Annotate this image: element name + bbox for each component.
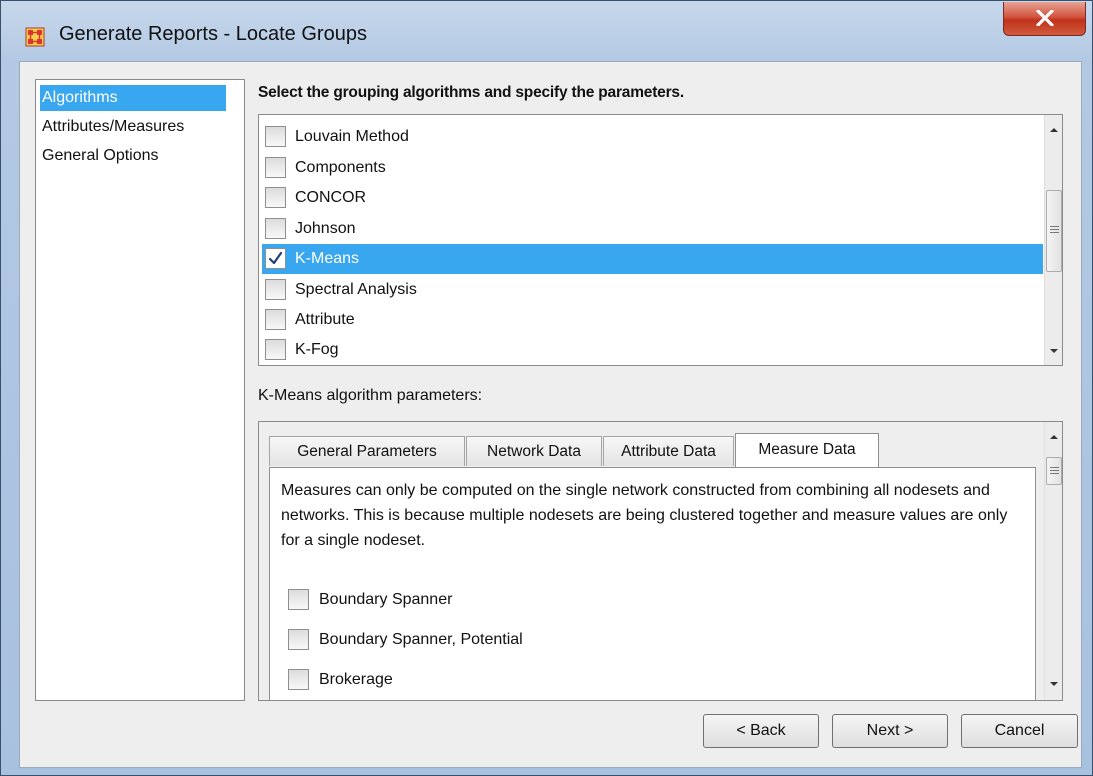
checkbox[interactable] xyxy=(288,629,309,650)
algorithm-label: Spectral Analysis xyxy=(295,281,417,298)
sidebar-item-general-options[interactable]: General Options xyxy=(40,143,163,169)
checkbox[interactable] xyxy=(265,218,286,239)
algorithm-label: Attribute xyxy=(295,311,355,328)
parameters-panel: General Parameters Network Data Attribut… xyxy=(258,421,1063,701)
scroll-down-arrow-icon[interactable] xyxy=(1045,675,1063,693)
checkbox[interactable] xyxy=(265,126,286,147)
algorithm-label: Johnson xyxy=(295,220,356,237)
measure-label: Boundary Spanner, Potential xyxy=(319,631,523,648)
algorithm-item-johnson[interactable]: Johnson xyxy=(262,214,1043,244)
algorithm-label: Components xyxy=(295,159,386,176)
algorithm-item-spectral-analysis[interactable]: Spectral Analysis xyxy=(262,275,1043,305)
next-button[interactable]: Next > xyxy=(832,714,948,748)
algorithm-item-k-means[interactable]: K-Means xyxy=(262,244,1043,274)
algorithm-list-scrollbar[interactable] xyxy=(1044,115,1063,365)
algorithm-list: Louvain Method Components CONCOR Johnson xyxy=(258,114,1063,366)
parameters-label: K-Means algorithm parameters: xyxy=(258,387,483,404)
network-grid-icon xyxy=(25,27,45,47)
scroll-down-arrow-icon[interactable] xyxy=(1045,342,1063,360)
scrollbar-thumb[interactable] xyxy=(1046,190,1062,272)
dialog-window: Generate Reports - Locate Groups Algorit… xyxy=(0,0,1093,776)
algorithm-item-attribute[interactable]: Attribute xyxy=(262,305,1043,335)
checkbox[interactable] xyxy=(288,589,309,610)
algorithm-label: K-Means xyxy=(295,250,360,267)
close-button[interactable] xyxy=(1003,2,1086,36)
checkbox[interactable] xyxy=(265,279,286,300)
algorithms-heading: Select the grouping algorithms and speci… xyxy=(258,84,684,101)
tab-measure-data[interactable]: Measure Data xyxy=(735,433,879,468)
algorithm-label: Louvain Method xyxy=(295,128,409,145)
tab-network-data[interactable]: Network Data xyxy=(466,436,602,466)
sidebar-item-attributes-measures[interactable]: Attributes/Measures xyxy=(40,114,188,140)
checkbox-checked[interactable] xyxy=(265,248,286,269)
tab-attribute-data[interactable]: Attribute Data xyxy=(603,436,734,466)
title-bar[interactable]: Generate Reports - Locate Groups xyxy=(1,1,1092,59)
parameters-scrollbar[interactable] xyxy=(1044,422,1063,700)
sidebar-item-algorithms[interactable]: Algorithms xyxy=(40,85,226,111)
algorithm-item-concor[interactable]: CONCOR xyxy=(262,183,1043,213)
algorithm-item-k-fog[interactable]: K-Fog xyxy=(262,335,1043,365)
checkbox[interactable] xyxy=(265,157,286,178)
checkbox[interactable] xyxy=(265,309,286,330)
algorithm-label: CONCOR xyxy=(295,189,367,206)
scrollbar-thumb[interactable] xyxy=(1046,457,1062,485)
scroll-up-arrow-icon[interactable] xyxy=(1045,121,1063,139)
checkmark-icon xyxy=(268,251,283,265)
measure-data-content: Measures can only be computed on the sin… xyxy=(269,467,1036,700)
measure-description: Measures can only be computed on the sin… xyxy=(281,482,1008,549)
sidebar: Algorithms Attributes/Measures General O… xyxy=(35,79,245,701)
checkbox[interactable] xyxy=(288,669,309,690)
window-title: Generate Reports - Locate Groups xyxy=(59,23,367,45)
close-x-icon xyxy=(1036,10,1054,26)
back-button[interactable]: < Back xyxy=(703,714,819,748)
checkbox[interactable] xyxy=(265,339,286,360)
cancel-button[interactable]: Cancel xyxy=(961,714,1078,748)
checkbox[interactable] xyxy=(265,187,286,208)
tab-general-parameters[interactable]: General Parameters xyxy=(269,436,465,466)
scroll-up-arrow-icon[interactable] xyxy=(1045,428,1063,446)
algorithm-item-components[interactable]: Components xyxy=(262,153,1043,183)
algorithm-item-louvain-method[interactable]: Louvain Method xyxy=(262,122,1043,152)
dialog-content: Algorithms Attributes/Measures General O… xyxy=(19,61,1082,768)
algorithm-label: K-Fog xyxy=(295,341,339,358)
measure-label: Brokerage xyxy=(319,671,393,688)
measure-label: Boundary Spanner xyxy=(319,591,453,608)
